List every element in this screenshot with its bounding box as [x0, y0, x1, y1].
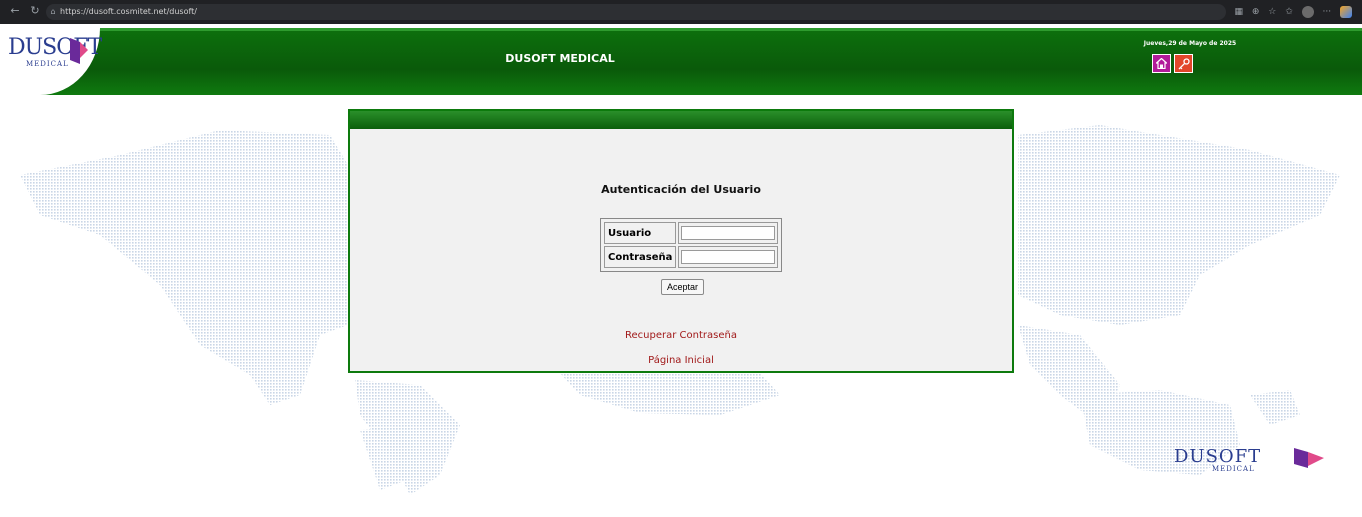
password-label: Contraseña: [604, 246, 677, 268]
panel-header-bar: [350, 111, 1012, 129]
profile-icon[interactable]: [1301, 5, 1314, 18]
key-icon: [1178, 57, 1190, 69]
login-form: Usuario Contraseña: [600, 218, 783, 272]
extension-icon[interactable]: [1340, 5, 1352, 18]
footer-logo-text: DUSOFT: [1174, 446, 1262, 467]
footer-logo: DUSOFT MEDICAL: [1174, 446, 1334, 474]
footer-logo-subtext: MEDICAL: [1212, 465, 1255, 473]
more-icon[interactable]: ···: [1323, 7, 1332, 17]
logo-subtext: MEDICAL: [26, 60, 69, 68]
accept-button[interactable]: Aceptar: [661, 279, 705, 295]
username-input[interactable]: [681, 226, 776, 240]
star-icon[interactable]: ☆: [1268, 7, 1276, 17]
logo-mark-icon: [70, 38, 88, 64]
login-title: Autenticación del Usuario: [601, 183, 761, 196]
reader-icon[interactable]: ▦: [1234, 7, 1243, 17]
reload-icon[interactable]: ↻: [28, 4, 42, 18]
favorites-icon[interactable]: ✩: [1285, 7, 1293, 17]
browser-toolbar: ← ↻ ⌂ https://dusoft.cosmitet.net/dusoft/…: [0, 0, 1362, 24]
home-icon: [1156, 58, 1167, 69]
current-date: Jueves,29 de Mayo de 2025: [1143, 40, 1237, 47]
key-button[interactable]: [1174, 54, 1193, 73]
login-panel: Autenticación del Usuario Usuario Contra…: [348, 109, 1014, 373]
zoom-icon[interactable]: ⊕: [1252, 7, 1260, 17]
back-icon[interactable]: ←: [8, 4, 22, 18]
footer-logo-mark-icon: [1294, 448, 1324, 468]
browser-actions: ▦ ⊕ ☆ ✩ ···: [1228, 4, 1352, 20]
url-text: https://dusoft.cosmitet.net/dusoft/: [60, 7, 197, 16]
lock-icon: ⌂: [50, 7, 56, 16]
recover-password-link[interactable]: Recuperar Contraseña: [350, 330, 1012, 341]
username-label: Usuario: [604, 222, 677, 244]
home-page-link[interactable]: Página Inicial: [350, 355, 1012, 366]
password-input[interactable]: [681, 250, 776, 264]
address-bar[interactable]: ⌂ https://dusoft.cosmitet.net/dusoft/: [46, 4, 1226, 20]
app-title: DUSOFT MEDICAL: [505, 52, 615, 65]
home-button[interactable]: [1152, 54, 1171, 73]
